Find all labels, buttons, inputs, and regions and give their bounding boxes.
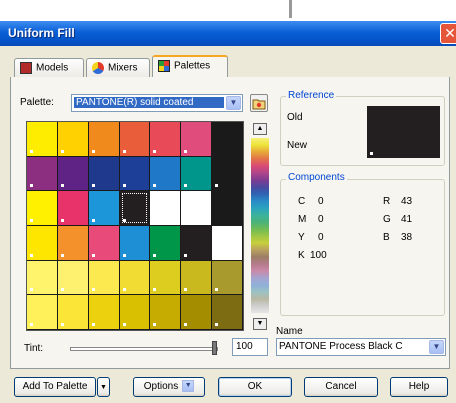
component-c-value[interactable]: 0 (318, 196, 324, 207)
new-color-preview (367, 106, 440, 158)
background-window-edge (289, 0, 292, 18)
ok-button[interactable]: OK (218, 377, 292, 397)
cancel-button[interactable]: Cancel (304, 377, 378, 397)
palette-swatch[interactable] (57, 156, 88, 191)
title-bar: Uniform Fill (0, 21, 456, 46)
palette-swatch[interactable] (27, 295, 57, 329)
name-select-value: PANTONE Process Black C (279, 341, 403, 352)
palette-swatch[interactable] (150, 191, 181, 225)
component-y-label: Y (298, 232, 305, 243)
palette-swatch[interactable] (181, 260, 212, 295)
chevron-down-icon: ▼ (226, 96, 241, 110)
chevron-down-icon: ▼ (429, 340, 444, 354)
component-b-value[interactable]: 38 (401, 232, 412, 243)
palette-swatch[interactable] (181, 156, 212, 191)
new-label: New (287, 140, 308, 151)
component-y-value[interactable]: 0 (318, 232, 324, 243)
open-palette-button[interactable] (250, 94, 268, 112)
palette-swatch[interactable] (119, 295, 150, 329)
palette-swatch[interactable] (119, 122, 150, 156)
component-k-value[interactable]: 100 (310, 250, 327, 261)
strip-scroll-down-button[interactable]: ▼ (253, 318, 267, 330)
options-label: Options (143, 381, 179, 392)
tab-models[interactable]: Models (14, 58, 84, 78)
palette-label: Palette: (20, 97, 54, 108)
component-g-value[interactable]: 41 (401, 214, 412, 225)
tint-slider[interactable] (70, 347, 218, 351)
palette-swatch[interactable] (181, 226, 212, 260)
tint-slider-thumb[interactable] (212, 341, 217, 355)
palette-swatch[interactable] (119, 226, 150, 260)
close-button[interactable]: ✕ (440, 23, 456, 44)
palette-swatch[interactable] (212, 156, 242, 191)
palette-swatch[interactable] (212, 295, 242, 329)
palette-select-value: PANTONE(R) solid coated (74, 97, 224, 108)
palette-swatch[interactable] (119, 156, 150, 191)
palette-swatch[interactable] (88, 260, 119, 295)
palette-swatch[interactable] (88, 156, 119, 191)
component-c-label: C (298, 196, 306, 207)
add-to-palette-button[interactable]: Add To Palette (14, 377, 96, 397)
palette-swatch-grid[interactable] (26, 121, 244, 331)
tab-mixers-label: Mixers (108, 62, 138, 74)
palette-folder-icon (252, 99, 266, 110)
name-select[interactable]: PANTONE Process Black C ▼ (276, 338, 446, 356)
chevron-down-icon: ▼ (100, 384, 107, 391)
tab-models-label: Models (36, 62, 69, 74)
tint-input[interactable]: 100 (232, 338, 268, 356)
palette-swatch[interactable] (150, 295, 181, 329)
palette-swatch[interactable] (57, 226, 88, 260)
component-m-label: M (298, 214, 307, 225)
palette-swatch[interactable] (57, 295, 88, 329)
palette-swatch[interactable] (181, 295, 212, 329)
component-k-label: K (298, 250, 305, 261)
palette-swatch[interactable] (181, 191, 212, 225)
component-g-label: G (383, 214, 391, 225)
models-icon (20, 62, 32, 74)
palette-swatch[interactable] (27, 122, 57, 156)
palette-swatch[interactable] (150, 122, 181, 156)
tab-mixers[interactable]: Mixers (86, 58, 150, 78)
palette-color-strip[interactable] (251, 138, 269, 313)
palettes-icon (158, 60, 170, 72)
old-label: Old (287, 112, 303, 123)
palette-swatch[interactable] (150, 156, 181, 191)
palette-swatch[interactable] (88, 226, 119, 260)
tab-palettes[interactable]: Palettes (152, 55, 228, 78)
palette-swatch[interactable] (27, 156, 57, 191)
palette-swatch[interactable] (57, 122, 88, 156)
help-button[interactable]: Help (390, 377, 448, 397)
reference-title: Reference (286, 90, 337, 101)
palette-swatch[interactable] (88, 191, 119, 225)
add-to-palette-dropdown-button[interactable]: ▼ (97, 377, 110, 397)
palette-swatch[interactable] (88, 295, 119, 329)
palette-swatch[interactable] (88, 122, 119, 156)
name-label: Name (276, 326, 303, 337)
palette-swatch[interactable] (57, 260, 88, 295)
component-r-value[interactable]: 43 (401, 196, 412, 207)
chevron-down-icon: ▼ (182, 380, 195, 393)
palette-swatch[interactable] (150, 226, 181, 260)
strip-scroll-up-button[interactable]: ▲ (253, 123, 267, 135)
palette-swatch[interactable] (57, 191, 88, 225)
component-m-value[interactable]: 0 (318, 214, 324, 225)
tab-palettes-label: Palettes (174, 60, 211, 72)
palette-swatch[interactable] (119, 260, 150, 295)
palette-swatch[interactable] (181, 122, 212, 156)
palette-swatch[interactable] (27, 191, 57, 225)
palette-swatch[interactable] (27, 226, 57, 260)
component-r-label: R (383, 196, 391, 207)
palette-select[interactable]: PANTONE(R) solid coated ▼ (71, 94, 243, 112)
palette-swatch[interactable] (212, 226, 242, 260)
component-b-label: B (383, 232, 390, 243)
window-title: Uniform Fill (8, 26, 75, 40)
palette-swatch[interactable] (150, 260, 181, 295)
components-title: Components (286, 172, 347, 183)
palette-swatch[interactable] (119, 191, 150, 225)
tint-label: Tint: (24, 343, 44, 354)
mixers-icon (92, 62, 104, 74)
options-button[interactable]: Options ▼ (133, 377, 205, 397)
palette-swatch[interactable] (212, 260, 242, 295)
palette-swatch[interactable] (27, 260, 57, 295)
